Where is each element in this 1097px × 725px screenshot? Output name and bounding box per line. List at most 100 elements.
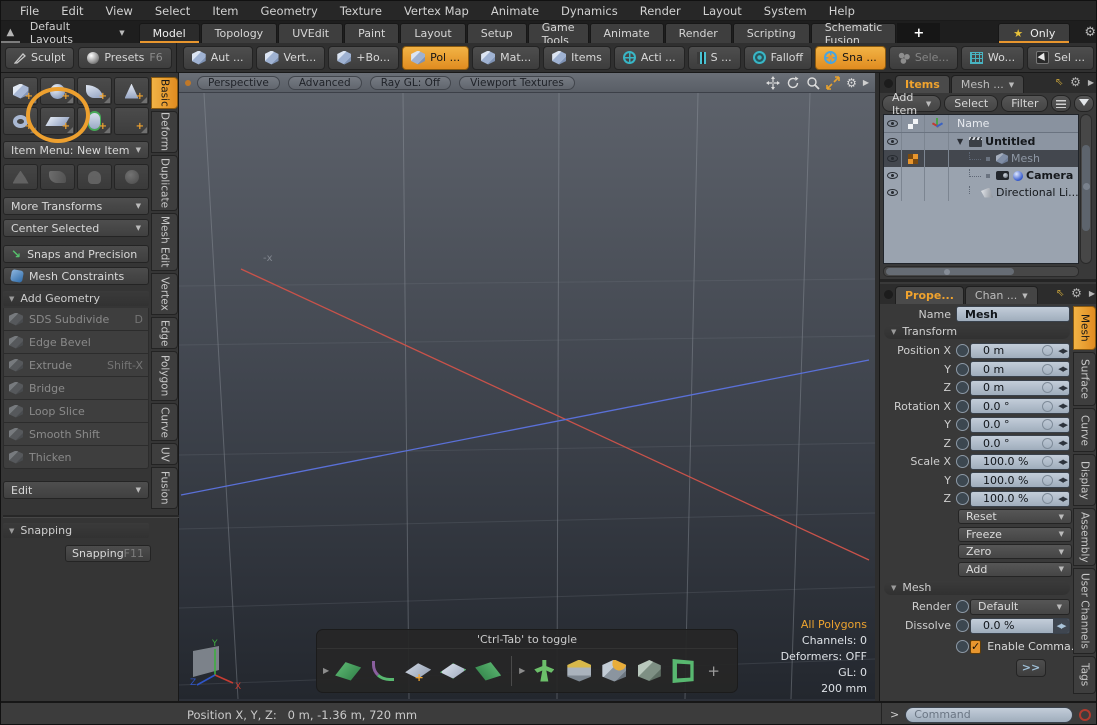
keyframe-circle-icon[interactable] <box>1042 475 1053 486</box>
render-column-header[interactable] <box>902 115 925 132</box>
left-vertical-tab[interactable]: UV <box>151 443 178 465</box>
keyframe-circle-icon[interactable] <box>1042 438 1053 449</box>
menu-item[interactable]: Texture <box>329 2 393 20</box>
menu-item[interactable]: Render <box>629 2 692 20</box>
transform-value-field[interactable]: 100.0 % ◀▶ <box>970 472 1070 488</box>
item-menu-dropdown[interactable]: Item Menu: New Item ▼ <box>3 141 149 159</box>
layout-tab[interactable]: UVEdit <box>278 23 343 43</box>
visibility-cell[interactable] <box>884 167 902 184</box>
pill-tool-button[interactable] <box>367 657 399 685</box>
channel-circle-icon[interactable] <box>956 363 969 376</box>
keyframe-circle-icon[interactable] <box>1042 401 1053 412</box>
axis-column-header[interactable] <box>925 115 949 132</box>
viewport-header-button[interactable]: Ray GL: Off <box>370 76 451 90</box>
primitive-button[interactable]: + <box>40 77 75 105</box>
chevron-right-icon[interactable]: ▶ <box>519 666 525 675</box>
dissolve-field[interactable]: 0.0 % ◀▶ <box>970 618 1070 634</box>
axis-cell[interactable] <box>925 133 949 150</box>
rotate-icon[interactable] <box>786 76 800 90</box>
pill-tool-button[interactable] <box>402 657 434 685</box>
tool-button[interactable]: Falloff ▼ <box>744 46 812 70</box>
menu-item[interactable]: Item <box>201 2 249 20</box>
tool-button[interactable]: Items ▼ <box>543 46 611 70</box>
viewport-header-button[interactable]: Advanced <box>288 76 362 90</box>
channel-circle-icon[interactable] <box>956 600 969 613</box>
items-toolbar-button[interactable]: Filter ▼ <box>1001 95 1048 112</box>
transform-value-field[interactable]: 0.0 ° ◀▶ <box>970 398 1070 414</box>
layout-tab[interactable]: Game Tools <box>528 23 589 43</box>
layout-tab[interactable]: Scripting <box>733 23 810 43</box>
secondary-primitive-button[interactable] <box>40 164 75 190</box>
menu-item[interactable]: Animate <box>480 2 550 20</box>
add-geometry-header[interactable]: ▼ Add Geometry <box>3 291 149 306</box>
render-cell[interactable] <box>902 150 925 167</box>
menu-item[interactable]: Geometry <box>250 2 329 20</box>
items-tab[interactable]: Mesh ... ▼ <box>951 75 1024 93</box>
layout-switcher[interactable]: Default Layouts ▼ <box>20 23 139 43</box>
items-vertical-scrollbar[interactable] <box>1080 114 1092 264</box>
menu-item[interactable]: Dynamics <box>550 2 629 20</box>
geometry-tool-button[interactable]: Extrude Shift-X <box>3 354 149 377</box>
primitive-button[interactable]: + <box>77 77 112 105</box>
tool-button[interactable]: Vert... ▼ <box>256 46 326 70</box>
left-vertical-tab[interactable]: Curve <box>151 403 178 441</box>
left-vertical-tab[interactable]: Mesh Edit <box>151 213 178 271</box>
geometry-tool-button[interactable]: SDS Subdivide D <box>3 308 149 331</box>
spinner-arrows-icon[interactable]: ◀▶ <box>1058 495 1067 503</box>
channel-circle-icon[interactable] <box>956 344 969 357</box>
channel-circle-icon[interactable] <box>956 619 969 632</box>
tool-button[interactable]: Acti ... ▼ <box>614 46 685 70</box>
properties-vertical-tab[interactable]: Mesh <box>1073 306 1096 350</box>
primitive-button[interactable]: + <box>77 107 112 135</box>
pill-tool-button[interactable] <box>598 657 630 685</box>
item-row[interactable]: Camera <box>884 167 1078 184</box>
only-toggle-tab[interactable]: ★ Only <box>998 23 1070 43</box>
panel-dot-icon[interactable] <box>884 79 893 88</box>
channel-circle-icon[interactable] <box>956 418 969 431</box>
viewport-canvas[interactable]: -x Y X Z 'Ctrl-Tab' to toggle ▶ <box>179 93 875 699</box>
item-name-cell[interactable]: Mesh <box>949 152 1078 165</box>
transform-action-dropdown[interactable]: Freeze ▼ <box>958 527 1072 542</box>
record-icon[interactable] <box>1079 709 1091 721</box>
pin-layout-icon[interactable]: ▲ <box>1 23 20 43</box>
layout-tab[interactable]: Paint <box>344 23 399 43</box>
mesh-section-header[interactable]: ▼ Mesh <box>884 581 1070 595</box>
pill-tool-button[interactable] <box>668 657 700 685</box>
spinner-arrows-icon[interactable]: ◀▶ <box>1058 476 1067 484</box>
transform-action-dropdown[interactable]: Zero ▼ <box>958 544 1072 559</box>
tool-button[interactable]: Sna ... ▼ <box>815 46 886 70</box>
visibility-cell[interactable] <box>884 133 902 150</box>
spinner-arrows-icon[interactable]: ◀▶ <box>1058 421 1067 429</box>
transform-value-field[interactable]: 100.0 % ◀▶ <box>970 491 1070 507</box>
more-transforms-dropdown[interactable]: More Transforms ▼ <box>3 197 149 215</box>
tool-button[interactable]: Aut ... ▼ <box>183 46 253 70</box>
layout-tab[interactable]: Layout <box>400 23 465 43</box>
keyframe-circle-icon[interactable] <box>1042 345 1053 356</box>
channel-circle-icon[interactable] <box>956 381 969 394</box>
visibility-column-header[interactable] <box>884 115 902 132</box>
pan-icon[interactable] <box>766 76 780 90</box>
tool-button[interactable]: S ... ▼ <box>688 46 741 70</box>
spinner-arrows-icon[interactable]: ◀▶ <box>1058 439 1067 447</box>
presets-button[interactable]: Presets F6 <box>78 47 171 69</box>
spinner-arrows-icon[interactable]: ◀▶ <box>1058 458 1067 466</box>
menu-item[interactable]: System <box>753 2 818 20</box>
list-options-button[interactable] <box>1051 95 1071 112</box>
gear-icon[interactable]: ⚙ <box>1071 286 1082 300</box>
visibility-cell[interactable] <box>884 150 902 167</box>
transform-value-field[interactable]: 0 m ◀▶ <box>970 343 1070 359</box>
left-vertical-tab[interactable]: Deform <box>151 111 178 153</box>
chevron-right-icon[interactable]: ▶ <box>863 78 869 87</box>
snaps-precision-button[interactable]: ↘ Snaps and Precision <box>3 245 149 263</box>
filter-funnel-button[interactable] <box>1074 95 1094 112</box>
transform-value-field[interactable]: 0 m ◀▶ <box>970 380 1070 396</box>
properties-vertical-tab[interactable]: User Channels <box>1073 568 1096 654</box>
channel-circle-icon[interactable] <box>956 492 969 505</box>
pill-tool-button[interactable] <box>472 657 504 685</box>
channel-circle-icon[interactable] <box>956 400 969 413</box>
left-vertical-tab[interactable]: Edge <box>151 317 178 349</box>
primitive-button[interactable]: + <box>40 107 75 135</box>
pill-tool-button[interactable] <box>563 657 595 685</box>
render-cell[interactable] <box>902 167 925 184</box>
left-vertical-tab[interactable]: Fusion <box>151 467 178 509</box>
